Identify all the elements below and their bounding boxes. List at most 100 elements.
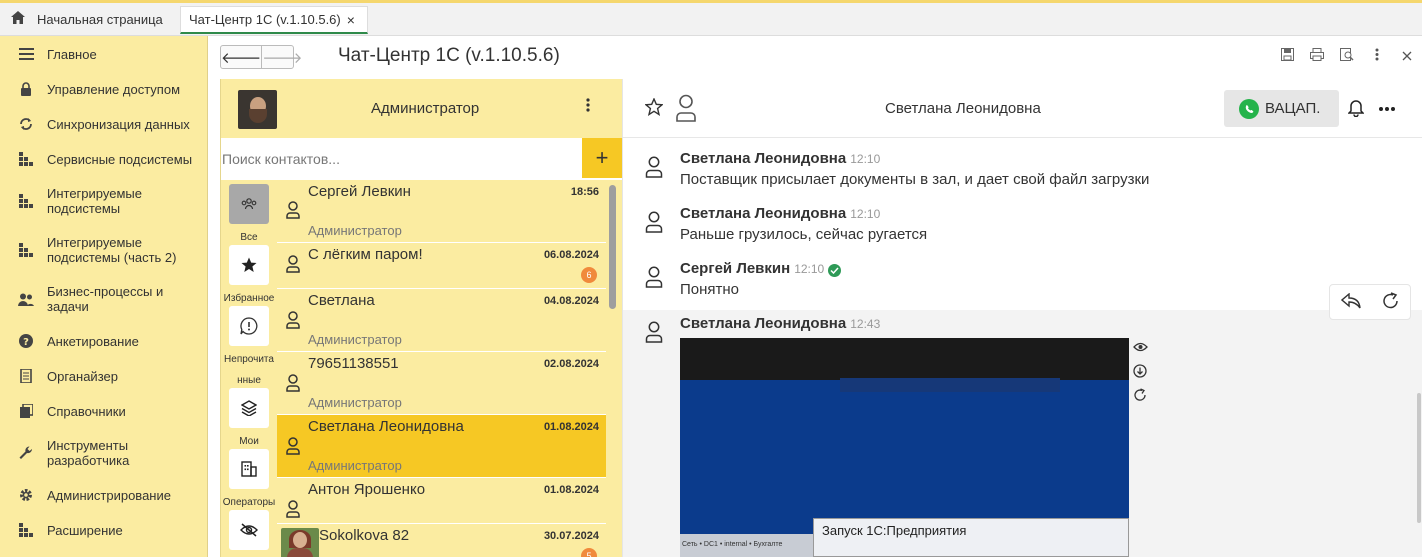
back-button[interactable]: 🡐 — [221, 46, 261, 68]
wrench-icon — [17, 444, 35, 462]
attachment-taskbar-text: Сеть • DC1 • internal • Бухгалте — [682, 541, 783, 548]
whatsapp-channel-button[interactable]: ВАЦАП. — [1224, 90, 1339, 127]
tab-home-label: Начальная страница — [37, 11, 163, 27]
top-accent-strip — [0, 0, 1422, 3]
message-time: 12:10 — [850, 152, 881, 166]
contact-row[interactable]: Антон Ярошенко 01.08.2024 — [277, 478, 606, 524]
chat-contact-name: Светлана Леонидовна — [885, 100, 1041, 117]
nav-item-service[interactable]: Сервисные подсистемы — [0, 149, 208, 169]
filter-unread[interactable]: Непрочита нные — [221, 306, 277, 388]
grid-icon — [17, 150, 35, 168]
contact-date: 01.08.2024 — [543, 421, 599, 433]
forward-button[interactable]: 🡒 — [261, 46, 302, 68]
close-tab-icon[interactable]: × — [347, 12, 355, 28]
message-text: Понятно — [680, 281, 740, 298]
contact-search-input[interactable] — [221, 138, 581, 180]
forward-message-icon[interactable] — [1382, 291, 1400, 313]
save-icon[interactable] — [1272, 48, 1302, 64]
message-text: Поставщик присылает документы в зал, и д… — [680, 171, 1150, 188]
favorite-star-icon[interactable] — [644, 97, 664, 119]
lock-icon — [17, 80, 35, 98]
notebook-icon — [17, 367, 35, 385]
nav-item-survey[interactable]: ? Анкетирование — [0, 331, 208, 351]
bell-icon[interactable] — [1347, 99, 1365, 120]
delivered-check-icon — [828, 264, 842, 277]
filter-operators[interactable]: Операторы — [221, 449, 277, 511]
author-person-icon — [645, 266, 663, 291]
more-vertical-icon[interactable] — [1362, 48, 1392, 64]
contact-date: 06.08.2024 — [543, 249, 599, 261]
contact-search-row: + — [221, 138, 623, 180]
contact-person-icon[interactable] — [675, 94, 697, 125]
question-icon: ? — [17, 332, 35, 350]
person-icon — [286, 437, 300, 458]
form-header: 🡐 🡒 Чат-Центр 1С (v.1.10.5.6) — [208, 36, 1422, 78]
nav-item-label: Бизнес-процессы и задачи — [47, 284, 164, 314]
nav-item-organizer[interactable]: Органайзер — [0, 366, 208, 386]
contact-row-selected[interactable]: Светлана Леонидовна 01.08.2024 Администр… — [277, 415, 606, 478]
print-icon[interactable] — [1302, 48, 1332, 64]
chat-scrollbar[interactable] — [1417, 393, 1421, 523]
filter-all[interactable]: Все — [221, 184, 277, 246]
contact-list-scrollbar[interactable] — [609, 185, 616, 309]
star-icon — [229, 245, 269, 285]
nav-item-business[interactable]: Бизнес-процессы и задачи — [0, 283, 208, 315]
message-author: Светлана Леонидовна 12:10 — [680, 150, 881, 167]
grid-icon — [17, 241, 35, 259]
contact-subtitle: Администратор — [308, 395, 402, 410]
contact-name: Сергей Левкин — [308, 183, 411, 200]
message-author: Светлана Леонидовна 12:10 — [680, 205, 881, 222]
contact-date: 02.08.2024 — [543, 358, 599, 370]
nav-item-main[interactable]: Главное — [0, 44, 208, 64]
author-person-icon — [645, 321, 663, 346]
preview-icon[interactable] — [1332, 48, 1362, 64]
contact-row[interactable]: Сергей Левкин 18:56 Администратор — [277, 180, 606, 243]
tab-home[interactable]: Начальная страница — [0, 3, 178, 35]
close-form-icon[interactable] — [1392, 48, 1422, 64]
tab-chat-center-label: Чат-Центр 1С (v.1.10.5.6) — [189, 12, 341, 27]
contact-subtitle: Администратор — [308, 223, 402, 238]
reply-icon[interactable] — [1340, 291, 1361, 312]
more-horizontal-icon[interactable] — [1378, 96, 1396, 117]
nav-item-sync[interactable]: Синхронизация данных — [0, 114, 208, 134]
eye-icon[interactable] — [1133, 340, 1148, 355]
contact-date: 01.08.2024 — [543, 484, 599, 496]
contact-row[interactable]: 79651138551 02.08.2024 Администратор — [277, 352, 606, 415]
author-person-icon — [645, 211, 663, 236]
contact-row[interactable]: С лёгким паром! 06.08.2024 6 — [277, 243, 606, 289]
user-menu-icon[interactable] — [586, 98, 590, 117]
avatar[interactable] — [238, 90, 277, 129]
forward-attachment-icon[interactable] — [1133, 388, 1147, 405]
tab-chat-center[interactable]: Чат-Центр 1С (v.1.10.5.6) × — [180, 6, 368, 34]
nav-item-label: Сервисные подсистемы — [47, 151, 193, 167]
nav-item-label: Управление доступом — [47, 81, 181, 97]
books-icon — [17, 402, 35, 420]
nav-item-integrated-2[interactable]: Интегрируемые подсистемы (часть 2) — [0, 234, 208, 266]
filter-label: Непрочита — [224, 354, 274, 365]
nav-item-label: Анкетирование — [47, 333, 139, 349]
nav-item-access[interactable]: Управление доступом — [0, 79, 208, 99]
attachment-dialog-title: Запуск 1С:Предприятия — [822, 523, 967, 538]
filter-favorites[interactable]: Избранное — [221, 245, 277, 307]
group-icon — [229, 184, 269, 224]
nav-item-references[interactable]: Справочники — [0, 401, 208, 421]
unread-badge: 6 — [581, 267, 597, 283]
contact-date: 04.08.2024 — [543, 295, 599, 307]
contact-date: 18:56 — [570, 186, 599, 198]
whatsapp-icon — [1239, 98, 1259, 119]
add-contact-button[interactable]: + — [582, 138, 622, 178]
nav-item-integrated[interactable]: Интегрируемые подсистемы — [0, 185, 208, 217]
contact-row[interactable]: Sokolkova 82 30.07.2024 5 — [277, 524, 606, 557]
filter-mine[interactable]: Мои — [221, 388, 277, 450]
unread-icon — [229, 306, 269, 346]
person-icon — [286, 374, 300, 395]
nav-item-extension[interactable]: Расширение — [0, 520, 208, 540]
menu-icon — [17, 45, 35, 63]
image-attachment[interactable]: Запуск 1С:Предприятия Сеть • DC1 • inter… — [680, 338, 1129, 557]
download-icon[interactable] — [1133, 364, 1147, 381]
contact-row[interactable]: Светлана 04.08.2024 Администратор — [277, 289, 606, 352]
contacts-panel: Администратор + Все Избранное Непрочита … — [220, 79, 623, 557]
nav-item-dev-tools[interactable]: Инструменты разработчика — [0, 437, 208, 469]
filter-hidden[interactable] — [221, 510, 277, 554]
nav-item-admin[interactable]: Администрирование — [0, 485, 208, 505]
